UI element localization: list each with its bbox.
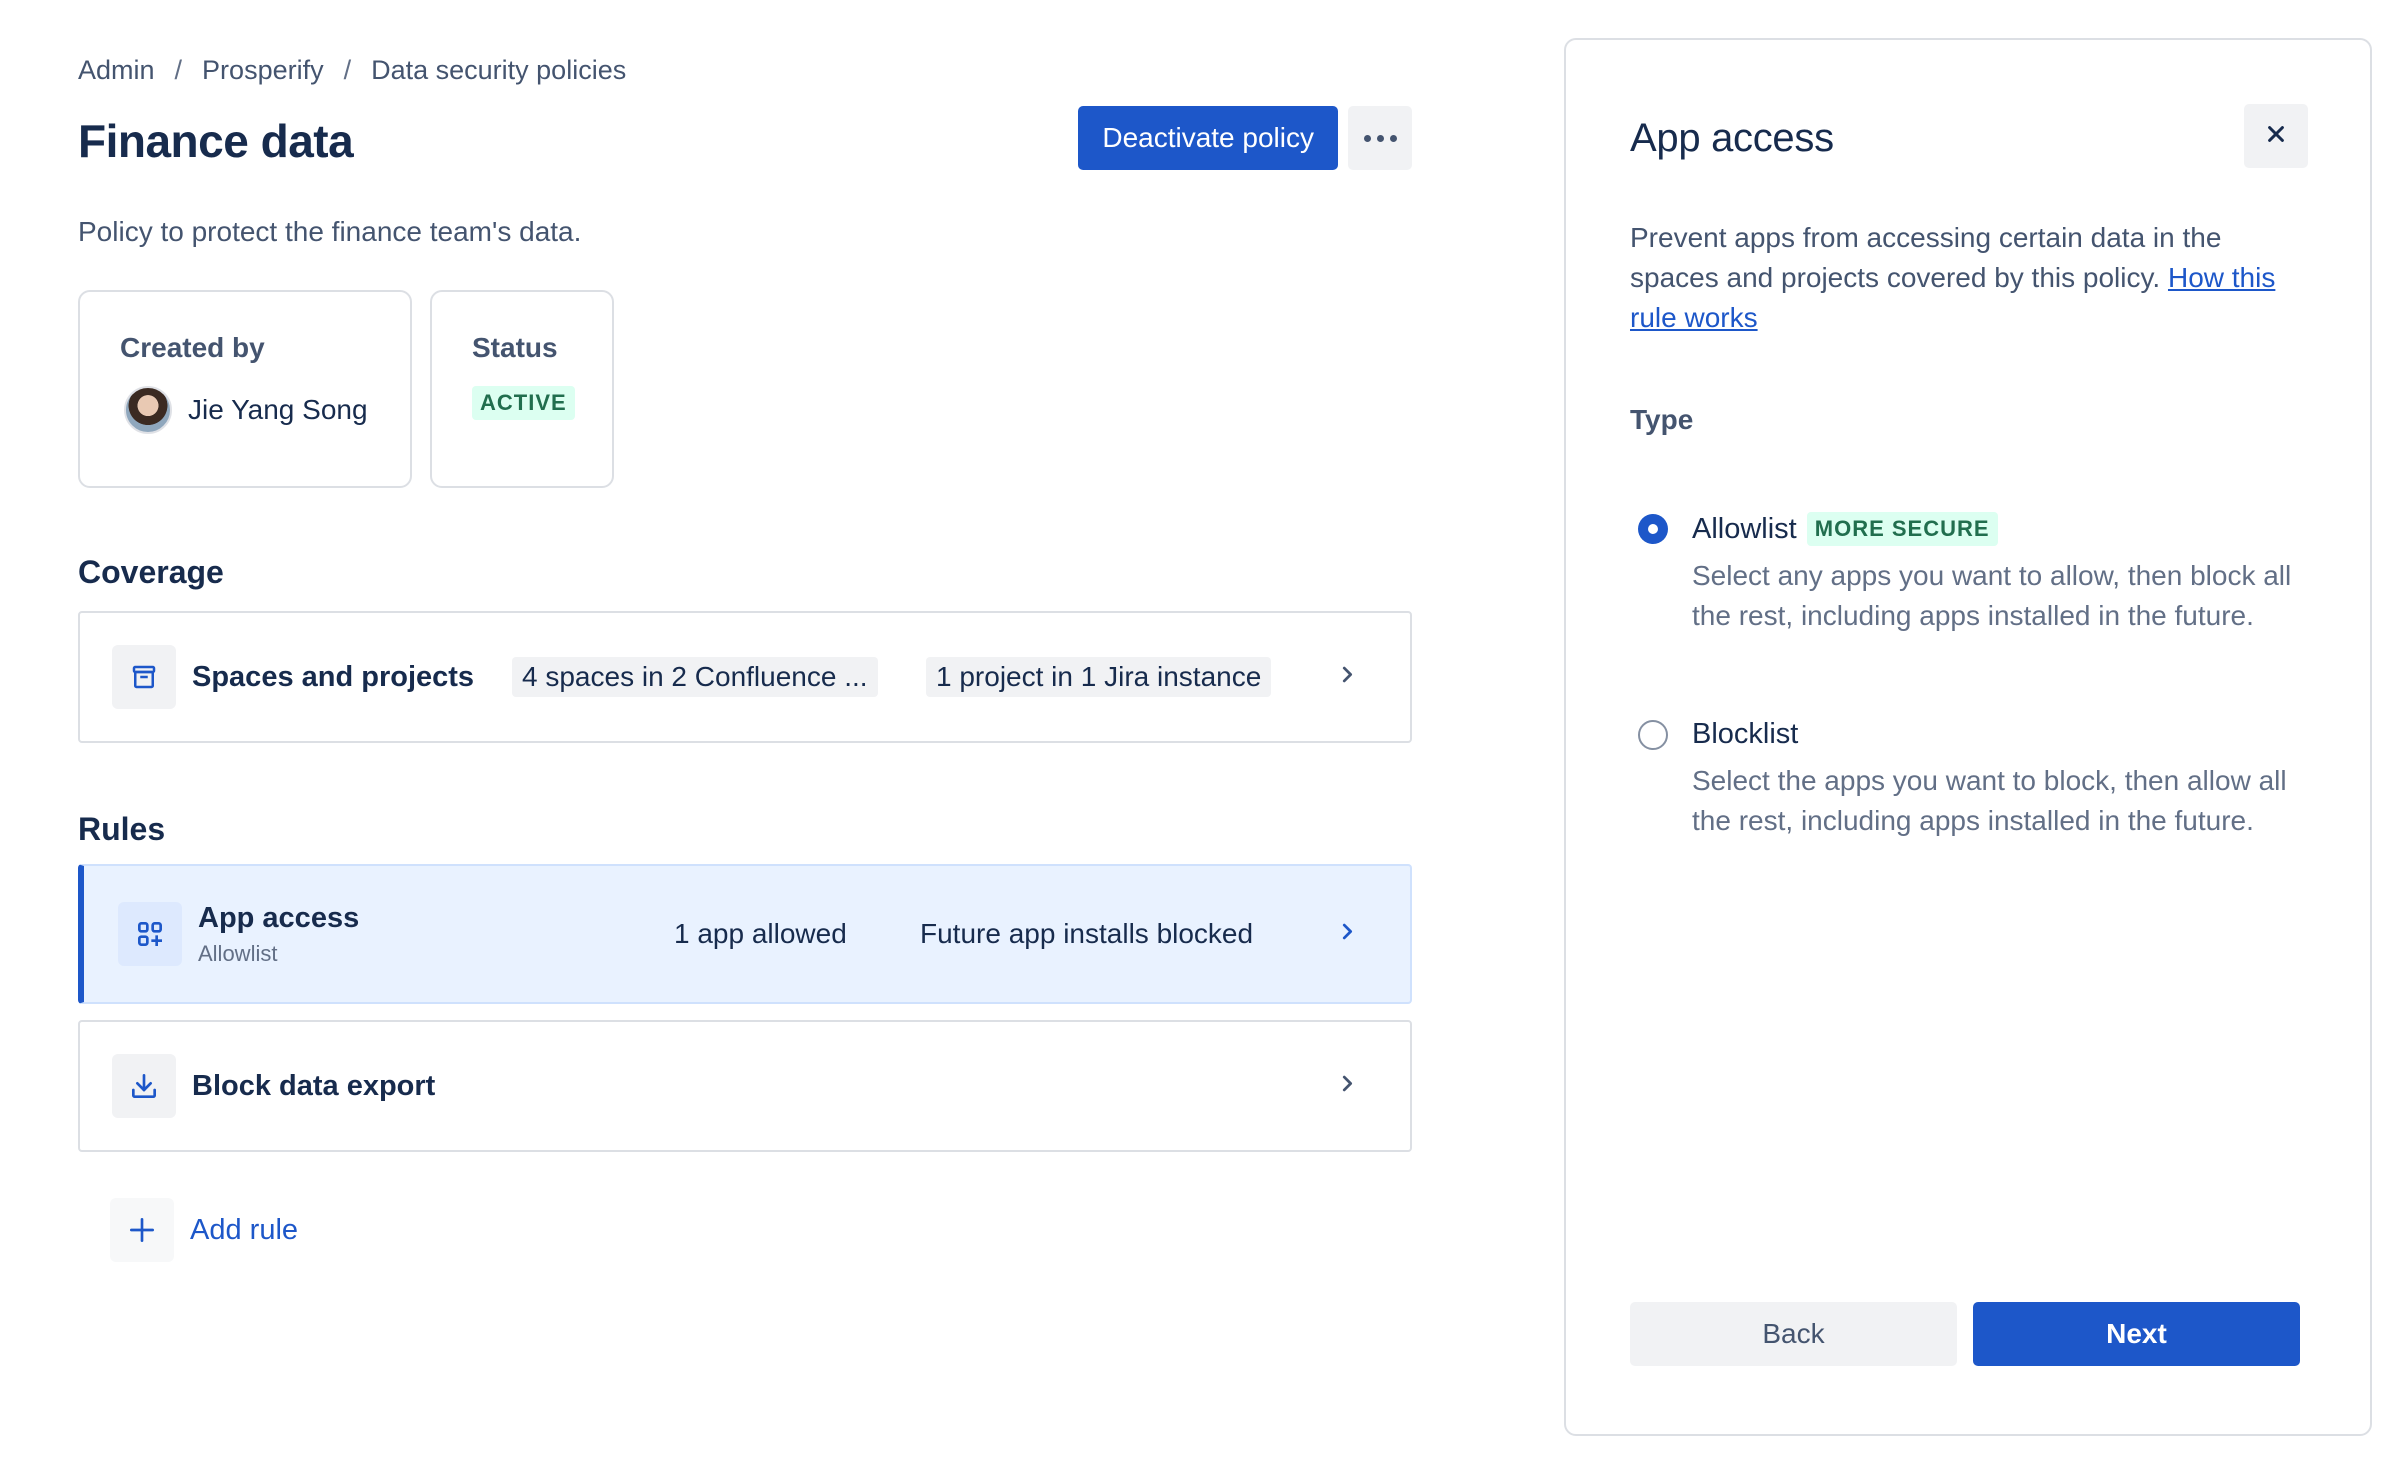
page-title: Finance data	[78, 115, 354, 167]
radio-head: Allowlist MORE SECURE	[1638, 512, 2298, 546]
deactivate-policy-button[interactable]: Deactivate policy	[1078, 106, 1338, 170]
avatar	[124, 386, 172, 434]
status-badge: ACTIVE	[472, 386, 575, 420]
panel-footer: Back Next	[1630, 1302, 2300, 1366]
coverage-heading: Coverage	[78, 554, 224, 590]
created-by-label: Created by	[120, 332, 265, 363]
allowlist-radio[interactable]	[1638, 514, 1668, 544]
more-actions-button[interactable]	[1348, 106, 1412, 170]
more-horizontal-icon	[1389, 134, 1397, 142]
rule-row-app-access[interactable]: App access Allowlist 1 app allowed Futur…	[78, 864, 1412, 1004]
main-content: Admin / Prosperify / Data security polic…	[78, 50, 1412, 1262]
page-header: Finance data Deactivate policy	[78, 106, 1412, 194]
breadcrumb-prosperify[interactable]: Prosperify	[202, 55, 324, 86]
allowlist-label[interactable]: Allowlist	[1692, 513, 1797, 546]
chevron-right-icon	[1336, 921, 1358, 948]
future-installs-tag: Future app installs blocked	[910, 914, 1264, 954]
creator: Jie Yang Song	[120, 386, 370, 434]
radio-option-allowlist: Allowlist MORE SECURE Select any apps yo…	[1638, 512, 2298, 636]
creator-name: Jie Yang Song	[188, 394, 368, 425]
plus-icon	[110, 1198, 174, 1262]
policy-description: Policy to protect the finance team's dat…	[78, 216, 582, 247]
breadcrumb: Admin / Prosperify / Data security polic…	[78, 50, 1412, 90]
radio-head: Blocklist	[1638, 718, 2298, 751]
rule-title: App access	[198, 901, 360, 934]
breadcrumb-admin[interactable]: Admin	[78, 55, 155, 86]
rule-row-main: Block data export	[192, 1070, 435, 1103]
coverage-row-main: Spaces and projects	[192, 661, 474, 694]
breadcrumb-data-security-policies[interactable]: Data security policies	[371, 55, 626, 86]
rule-row-main: App access Allowlist	[198, 902, 359, 967]
rules-heading: Rules	[78, 811, 166, 847]
allowlist-description: Select any apps you want to allow, then …	[1692, 560, 2292, 631]
breadcrumb-separator: /	[343, 54, 352, 85]
panel-description: Prevent apps from accessing certain data…	[1630, 218, 2290, 338]
coverage-projects-tag: 1 project in 1 Jira instance	[926, 657, 1272, 697]
close-panel-button[interactable]	[2244, 104, 2308, 168]
breadcrumb-separator: /	[174, 54, 183, 85]
apps-add-icon	[118, 902, 182, 966]
rule-title: Block data export	[192, 1069, 436, 1102]
coverage-row-spaces-and-projects[interactable]: Spaces and projects 4 spaces in 2 Conflu…	[78, 611, 1412, 743]
more-horizontal-icon	[1363, 134, 1371, 142]
type-label: Type	[1630, 404, 1694, 435]
radio-option-blocklist: Blocklist Select the apps you want to bl…	[1638, 718, 2298, 841]
download-icon	[112, 1054, 176, 1118]
blocklist-label[interactable]: Blocklist	[1692, 718, 1798, 751]
app-access-panel: App access Prevent apps from accessing c…	[1564, 38, 2372, 1436]
more-secure-badge: MORE SECURE	[1806, 512, 1998, 546]
blocklist-description: Select the apps you want to block, then …	[1692, 765, 2287, 836]
rule-subtitle: Allowlist	[198, 940, 278, 966]
status-card: Status ACTIVE	[430, 290, 614, 488]
archive-box-icon	[112, 645, 176, 709]
chevron-right-icon	[1336, 664, 1358, 691]
created-by-card: Created by Jie Yang Song	[78, 290, 412, 488]
header-actions: Deactivate policy	[1078, 106, 1412, 170]
apps-allowed-tag: 1 app allowed	[664, 914, 857, 954]
chevron-right-icon	[1336, 1073, 1358, 1100]
radio-dot	[1648, 524, 1658, 534]
blocklist-radio[interactable]	[1638, 719, 1668, 750]
add-rule-button[interactable]: Add rule	[110, 1198, 1412, 1262]
next-button[interactable]: Next	[1973, 1302, 2300, 1366]
back-button[interactable]: Back	[1630, 1302, 1957, 1366]
policy-info-cards: Created by Jie Yang Song Status ACTIVE	[78, 290, 1412, 488]
rule-row-block-data-export[interactable]: Block data export	[78, 1020, 1412, 1152]
page: Admin / Prosperify / Data security polic…	[0, 0, 2400, 1484]
panel-title: App access	[1630, 116, 1834, 160]
more-horizontal-icon	[1376, 134, 1384, 142]
add-rule-label: Add rule	[190, 1213, 299, 1246]
coverage-spaces-tag: 4 spaces in 2 Confluence ...	[512, 657, 878, 697]
status-label: Status	[472, 332, 558, 363]
coverage-row-title: Spaces and projects	[192, 660, 475, 693]
panel-description-text: Prevent apps from accessing certain data…	[1630, 222, 2222, 293]
close-icon	[2265, 123, 2287, 150]
